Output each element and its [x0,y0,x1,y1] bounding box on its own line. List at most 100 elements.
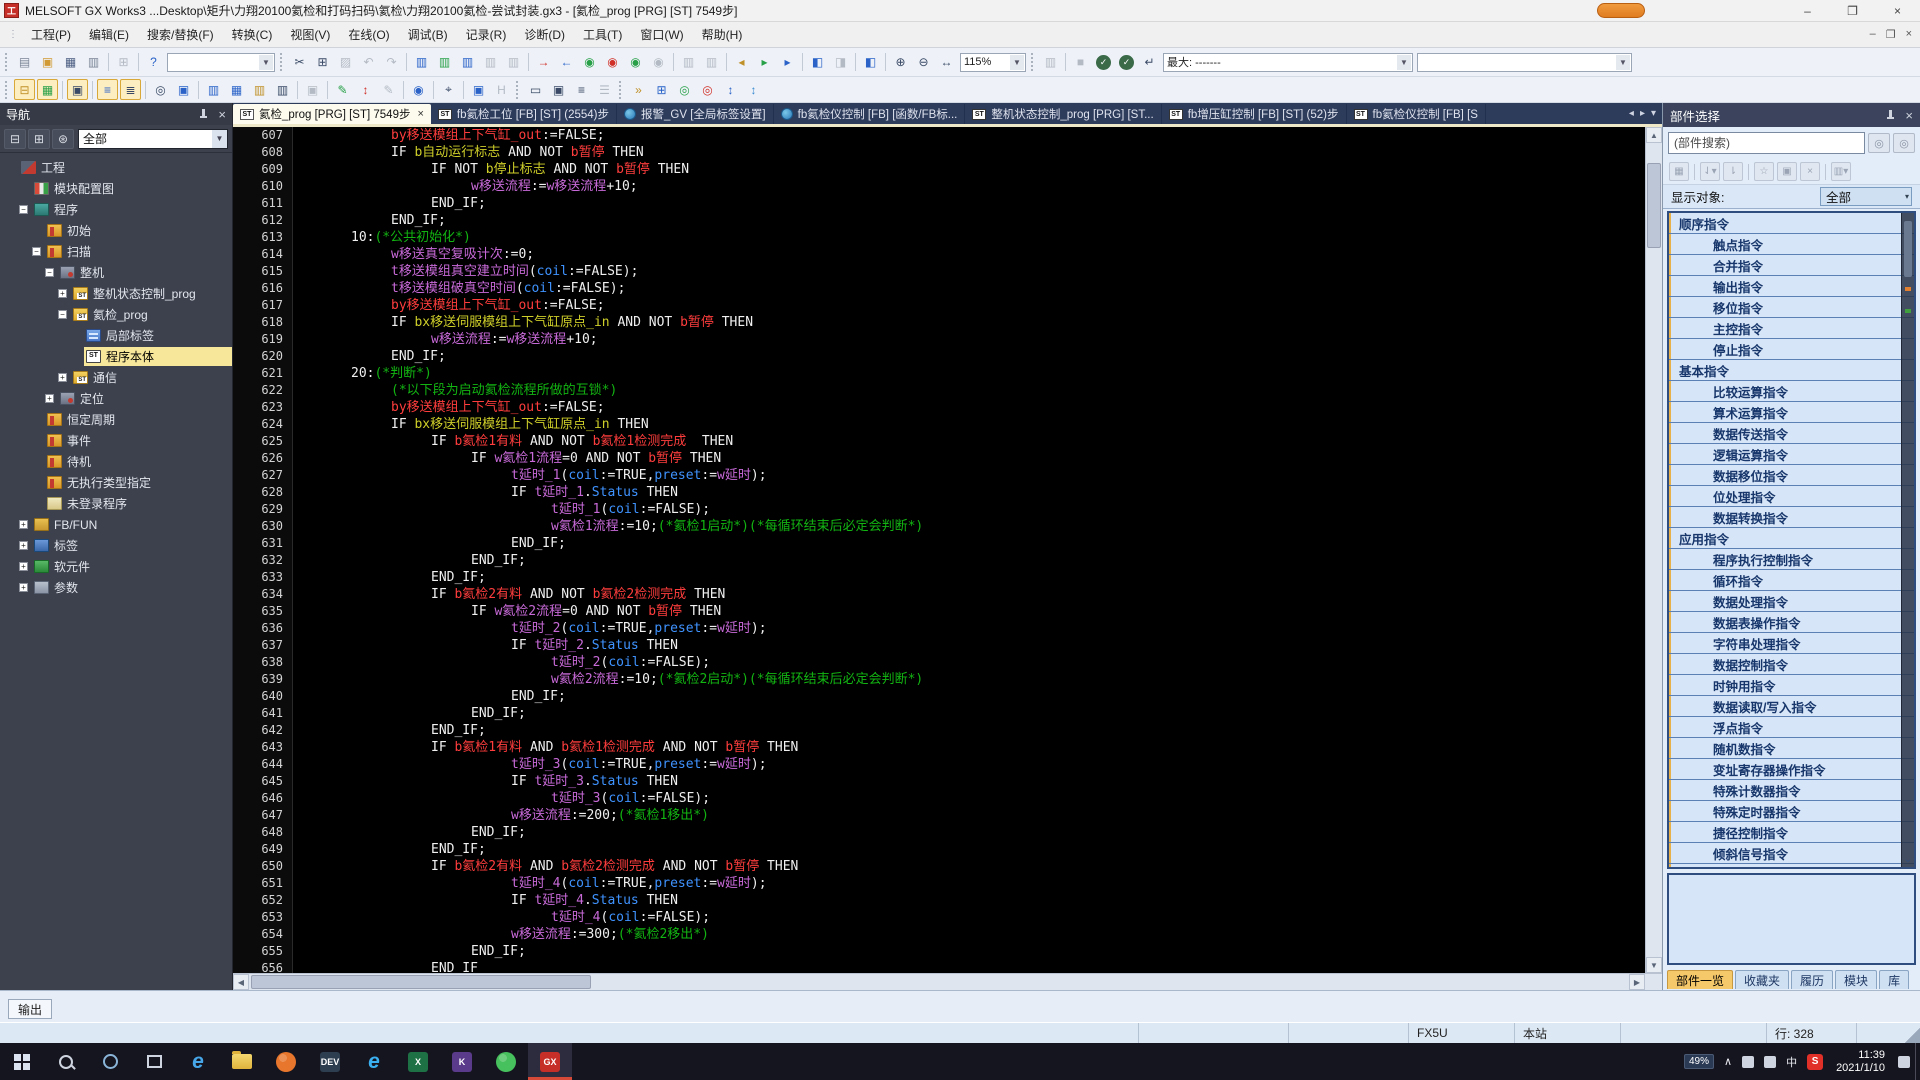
status-resize-grip[interactable] [1902,1023,1920,1043]
pin-icon[interactable] [199,109,208,120]
instruction-item-数据控制指令[interactable]: 数据控制指令 [1669,654,1914,675]
tree-item-定位[interactable]: +定位 [0,388,232,409]
tree-item-模块配置图[interactable]: 模块配置图 [0,178,232,199]
cross-reference-icon[interactable]: ▣ [468,79,489,100]
mdi-restore-button[interactable]: ❐ [1886,28,1896,41]
tree-item-标签[interactable]: +标签 [0,535,232,556]
instruction-item-浮点指令[interactable]: 浮点指令 [1669,717,1914,738]
list-view-icon[interactable]: ≡ [97,79,118,100]
toolbar-grip[interactable] [619,81,624,99]
tab-履历[interactable]: 履历 [1791,970,1833,989]
instruction-item-数据处理指令[interactable]: 数据处理指令 [1669,591,1914,612]
taskbar-app-wechat[interactable] [484,1043,528,1080]
mdi-close-button[interactable]: × [1906,28,1912,41]
tree-display-icon[interactable]: ⊟ [4,129,26,149]
instruction-item-字符串处理指令[interactable]: 字符串处理指令 [1669,633,1914,654]
window-split-icon[interactable]: ◧ [807,52,828,73]
notification-center-button[interactable] [1893,1043,1915,1080]
write-to-plc-icon[interactable]: → [533,52,554,73]
read-from-plc-icon[interactable]: ← [556,52,577,73]
carriage-icon[interactable]: ↵ [1139,52,1160,73]
menu-item-2[interactable]: 搜索/替换(F) [138,22,223,47]
device-assign-icon[interactable]: ▥ [272,79,293,100]
menu-item-8[interactable]: 诊断(D) [515,22,574,47]
taskbar-app-internet-explorer[interactable]: e [352,1043,396,1080]
pin-icon[interactable] [1886,110,1895,121]
menu-item-3[interactable]: 转换(C) [223,22,282,47]
device-skip2-icon[interactable]: ▥ [503,52,524,73]
menu-item-0[interactable]: 工程(P) [22,22,80,47]
instruction-item-停止指令[interactable]: 停止指令 [1669,339,1914,360]
syntax-check-icon[interactable]: ✓ [1093,52,1114,73]
toolbar-grip[interactable] [1031,53,1036,71]
monitor-watch-icon[interactable]: ◉ [625,52,646,73]
task-view-button[interactable] [132,1043,176,1080]
minimize-button[interactable]: – [1785,0,1830,21]
editor-tab-5[interactable]: STfb增压缸控制 [FB] [ST] (52)步 [1162,104,1347,124]
instruction-item-数据传送指令[interactable]: 数据传送指令 [1669,423,1914,444]
filter-icon[interactable]: ⇂ [1723,162,1743,181]
device-batch-icon[interactable]: ▥ [249,79,270,100]
list-scroll-down-icon[interactable]: ⌄ [1904,854,1912,865]
instruction-item-主控指令[interactable]: 主控指令 [1669,318,1914,339]
jump-next-icon[interactable]: ▸ [777,52,798,73]
io-check-icon[interactable]: ↕ [355,79,376,100]
find-prev-icon[interactable]: ◎ [1868,133,1890,153]
tree-item-整机状态控制_prog[interactable]: +整机状态控制_prog [0,283,232,304]
start-button[interactable] [0,1043,44,1080]
instruction-item-倾斜信号指令[interactable]: 倾斜信号指令 [1669,843,1914,864]
nav-window-icon[interactable]: ⊟ [14,79,35,100]
watch-monitor-combo[interactable]: 最大: -------▼ [1163,53,1413,72]
list-scrollbar[interactable] [1901,213,1914,867]
taskbar-app-firefox[interactable] [264,1043,308,1080]
print-icon[interactable]: ▥ [83,52,104,73]
taskbar-app-scada-tool[interactable]: K [440,1043,484,1080]
instruction-item-位处理指令[interactable]: 位处理指令 [1669,486,1914,507]
tree-item-通信[interactable]: +通信 [0,367,232,388]
instruction-item-触点指令[interactable]: 触点指令 [1669,234,1914,255]
delete-icon[interactable]: × [1800,162,1820,181]
editor-tab-1[interactable]: STfb氦检工位 [FB] [ST] (2554)步 [431,104,617,124]
tray-expand-button[interactable]: ∧ [1719,1043,1737,1080]
nav-filter-dropdown[interactable]: 全部 ▼ [78,129,228,149]
tab-list-icon[interactable]: ▾ [1651,108,1656,119]
display-target-dropdown[interactable]: 全部 ▾ [1820,187,1912,206]
tree-item-事件[interactable]: 事件 [0,430,232,451]
copy-icon[interactable]: ⊞ [312,52,333,73]
collapse-minus-icon[interactable]: − [45,268,54,277]
scroll-down-icon[interactable]: ▼ [1646,957,1662,973]
cut-icon[interactable]: ✂ [289,52,310,73]
std-window-icon[interactable]: ▭ [525,79,546,100]
sort-icon[interactable]: ⇃▾ [1700,162,1720,181]
instruction-item-程序执行控制指令[interactable]: 程序执行控制指令 [1669,549,1914,570]
toolbar-grip[interactable] [280,53,285,71]
tree-item-软元件[interactable]: +软元件 [0,556,232,577]
device-b-disabled-icon[interactable]: ▥ [701,52,722,73]
scroll-up-icon[interactable]: ▲ [1646,127,1662,143]
editor-tab-0[interactable]: ST氦检_prog [PRG] [ST] 7549步× [233,104,431,124]
instruction-item-数据移位指令[interactable]: 数据移位指令 [1669,465,1914,486]
sogou-input-icon[interactable]: S [1802,1043,1828,1080]
device-ladder-icon[interactable]: ▥ [434,52,455,73]
scroll-right-icon[interactable]: ▶ [1629,974,1645,990]
taskbar-app-gx-works3[interactable]: GX [528,1043,572,1080]
instruction-item-基本指令[interactable]: 基本指令 [1669,360,1914,381]
tree-item-初始[interactable]: 初始 [0,220,232,241]
ime-indicator[interactable]: 中 [1781,1043,1802,1080]
undo-icon[interactable]: ↶ [358,52,379,73]
editor-tab-6[interactable]: STfb氦检仪控制 [FB] [S [1347,104,1486,124]
quick-find-combo[interactable]: ▼ [167,53,275,72]
expand-plus-icon[interactable]: + [58,289,67,298]
display-target-icon[interactable]: ▥▾ [1831,162,1851,181]
toolbar-grip[interactable] [5,53,10,71]
menu-item-5[interactable]: 在线(O) [339,22,398,47]
detail-view-icon[interactable]: ≣ [120,79,141,100]
close-button[interactable]: × [1875,0,1920,21]
instruction-item-随机数指令[interactable]: 随机数指令 [1669,738,1914,759]
io-up-down-icon[interactable]: ↕ [720,79,741,100]
convert-all-icon[interactable]: ⊞ [651,79,672,100]
device-a-disabled-icon[interactable]: ▥ [678,52,699,73]
expand-plus-icon[interactable]: + [58,373,67,382]
monitor-stop-icon[interactable]: ◉ [602,52,623,73]
instruction-item-数据表操作指令[interactable]: 数据表操作指令 [1669,612,1914,633]
